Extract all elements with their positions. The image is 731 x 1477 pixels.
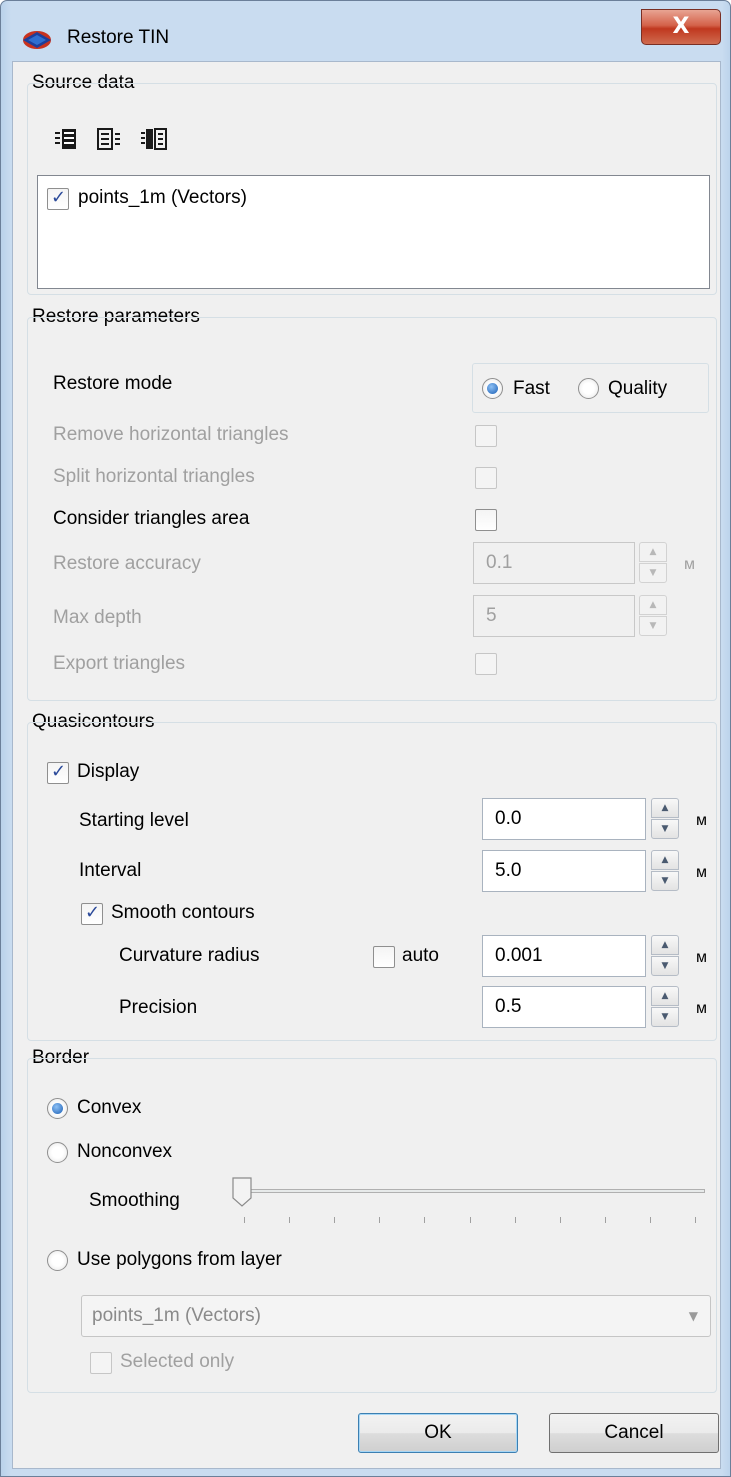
max-depth-spinner[interactable]: ▲ ▼ [639, 595, 667, 637]
consider-area-checkbox[interactable] [475, 509, 497, 531]
slider-tick [649, 1217, 651, 1223]
slider-tick [469, 1217, 471, 1223]
auto-label: auto [402, 945, 439, 966]
interval-label: Interval [79, 860, 142, 881]
close-button[interactable]: X [641, 9, 721, 45]
display-checkbox[interactable]: ✓ [47, 761, 69, 784]
export-triangles-checkbox[interactable] [475, 653, 497, 675]
slider-tick [559, 1217, 561, 1223]
mode-fast-label: Fast [513, 378, 550, 399]
polygon-layer-select[interactable]: points_1m (Vectors) ▼ [81, 1295, 711, 1337]
checkmark-icon: ✓ [51, 761, 67, 782]
max-depth-field[interactable]: 5 [473, 595, 635, 637]
curvature-radius-spinner[interactable]: ▲ ▼ [651, 935, 679, 977]
spin-down-icon[interactable]: ▼ [639, 563, 667, 583]
convex-radio[interactable] [47, 1098, 68, 1119]
curvature-radius-field[interactable]: 0.001 [482, 935, 646, 977]
smoothing-label: Smoothing [89, 1190, 180, 1211]
source-layer-list[interactable]: ✓ points_1m (Vectors) [37, 175, 710, 289]
slider-tick [379, 1217, 381, 1223]
title-bar[interactable]: Restore TIN X [1, 1, 730, 61]
split-horizontal-checkbox[interactable] [475, 467, 497, 489]
starting-level-spinner[interactable]: ▲ ▼ [651, 798, 679, 840]
precision-field[interactable]: 0.5 [482, 986, 646, 1028]
slider-tick [695, 1217, 696, 1223]
curvature-radius-label: Curvature radius [119, 945, 260, 966]
spin-down-icon[interactable]: ▼ [651, 819, 679, 839]
restore-accuracy-field[interactable]: 0.1 [473, 542, 635, 584]
mode-quality-radio[interactable] [578, 378, 599, 399]
select-all-icon[interactable] [55, 128, 77, 150]
chevron-down-icon: ▼ [688, 1309, 698, 1323]
layer-checkbox[interactable]: ✓ [47, 187, 69, 210]
convex-label: Convex [77, 1097, 142, 1118]
mode-fast-radio[interactable] [482, 378, 503, 399]
spin-down-icon[interactable]: ▼ [651, 956, 679, 976]
auto-checkbox[interactable] [373, 946, 395, 968]
app-icon [23, 31, 51, 49]
spin-up-icon[interactable]: ▲ [651, 798, 679, 818]
precision-label: Precision [119, 997, 198, 1018]
dialog-window: Restore TIN X Source data ✓ points_1m (V… [0, 0, 731, 1477]
layer-item-label: points_1m (Vectors) [78, 187, 247, 208]
spin-up-icon[interactable]: ▲ [639, 542, 667, 562]
spin-down-icon[interactable]: ▼ [639, 616, 667, 636]
selected-only-checkbox[interactable] [90, 1352, 112, 1374]
spin-up-icon[interactable]: ▲ [651, 850, 679, 870]
use-polygons-radio[interactable] [47, 1250, 68, 1271]
ok-button[interactable]: OK [358, 1413, 518, 1453]
precision-spinner[interactable]: ▲ ▼ [651, 986, 679, 1028]
checkmark-icon: ✓ [51, 187, 67, 208]
restore-accuracy-label: Restore accuracy [53, 553, 201, 574]
display-label: Display [77, 761, 140, 782]
slider-tick [289, 1217, 291, 1223]
slider-tick [604, 1217, 606, 1223]
nonconvex-radio[interactable] [47, 1142, 68, 1163]
precision-unit: м [696, 1000, 707, 1017]
deselect-all-icon[interactable] [97, 128, 121, 150]
consider-area-label: Consider triangles area [53, 508, 250, 529]
smooth-contours-checkbox[interactable]: ✓ [81, 902, 103, 925]
starting-level-label: Starting level [79, 810, 189, 831]
checkmark-icon: ✓ [85, 902, 101, 923]
slider-tick [424, 1217, 426, 1223]
close-icon: X [672, 14, 690, 39]
spin-up-icon[interactable]: ▲ [651, 986, 679, 1006]
selected-only-label: Selected only [120, 1351, 235, 1372]
smooth-contours-label: Smooth contours [111, 902, 255, 923]
restore-mode-label: Restore mode [53, 373, 173, 394]
restore-accuracy-unit: м [684, 556, 695, 573]
restore-accuracy-spinner[interactable]: ▲ ▼ [639, 542, 667, 584]
slider-tick [334, 1217, 336, 1223]
interval-field[interactable]: 5.0 [482, 850, 646, 892]
remove-horizontal-label: Remove horizontal triangles [53, 424, 289, 445]
invert-selection-icon[interactable] [141, 128, 167, 150]
nonconvex-label: Nonconvex [77, 1141, 173, 1162]
curvature-radius-unit: м [696, 949, 707, 966]
interval-spinner[interactable]: ▲ ▼ [651, 850, 679, 892]
spin-up-icon[interactable]: ▲ [651, 935, 679, 955]
smoothing-slider-track[interactable] [235, 1189, 705, 1193]
spin-down-icon[interactable]: ▼ [651, 1007, 679, 1027]
starting-level-field[interactable]: 0.0 [482, 798, 646, 840]
remove-horizontal-checkbox[interactable] [475, 425, 497, 447]
smoothing-slider-thumb[interactable] [232, 1177, 252, 1207]
interval-unit: м [696, 864, 707, 881]
window-title: Restore TIN [67, 27, 170, 48]
split-horizontal-label: Split horizontal triangles [53, 466, 255, 487]
export-triangles-label: Export triangles [53, 653, 186, 674]
slider-tick [244, 1217, 245, 1223]
spin-down-icon[interactable]: ▼ [651, 871, 679, 891]
max-depth-label: Max depth [53, 607, 142, 628]
spin-up-icon[interactable]: ▲ [639, 595, 667, 615]
polygon-layer-value: points_1m (Vectors) [92, 1305, 261, 1326]
cancel-button[interactable]: Cancel [549, 1413, 719, 1453]
starting-level-unit: м [696, 812, 707, 829]
mode-quality-label: Quality [608, 378, 668, 399]
slider-tick [514, 1217, 516, 1223]
use-polygons-label: Use polygons from layer [77, 1249, 282, 1270]
